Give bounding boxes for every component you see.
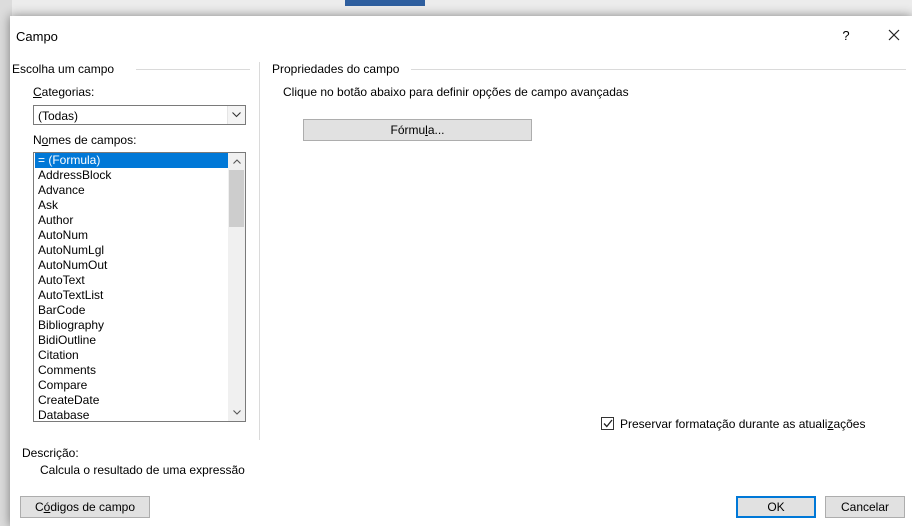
description-label: Descrição: (22, 446, 79, 460)
description-text: Calcula o resultado de uma expressão (40, 463, 245, 477)
chevron-up-icon (232, 159, 241, 164)
close-button[interactable] (882, 24, 906, 46)
field-name-item[interactable]: Author (35, 213, 230, 228)
field-name-item[interactable]: Ask (35, 198, 230, 213)
close-icon (888, 29, 900, 41)
section-divider (136, 69, 250, 70)
scroll-thumb[interactable] (229, 170, 244, 227)
ok-button[interactable]: OK (736, 496, 816, 518)
dialog-title: Campo (16, 29, 58, 44)
field-properties-section-title: Propriedades do campo (272, 62, 400, 76)
campo-dialog: Campo ? Escolha um campo Categorias: (To… (10, 16, 912, 526)
field-name-item[interactable]: AutoNumOut (35, 258, 230, 273)
advanced-options-hint: Clique no botão abaixo para definir opçõ… (283, 85, 629, 99)
field-name-item[interactable]: Citation (35, 348, 230, 363)
scroll-up-button[interactable] (228, 153, 245, 170)
field-name-item[interactable]: BarCode (35, 303, 230, 318)
field-name-item[interactable]: AutoNumLgl (35, 243, 230, 258)
field-name-item[interactable]: AddressBlock (35, 168, 230, 183)
categories-dropdown-button[interactable] (227, 106, 245, 124)
field-list-scrollbar[interactable] (228, 153, 245, 421)
field-name-item[interactable]: Bibliography (35, 318, 230, 333)
cancel-button[interactable]: Cancelar (825, 496, 905, 518)
field-name-item[interactable]: AutoNum (35, 228, 230, 243)
field-name-item[interactable]: = (Formula) (35, 153, 230, 168)
field-name-item[interactable]: AutoText (35, 273, 230, 288)
field-name-item[interactable]: Comments (35, 363, 230, 378)
field-names-list: = (Formula) AddressBlock Advance Ask Author A… (35, 153, 230, 421)
preserve-formatting-label: Preservar formatação durante as atualiza… (620, 417, 866, 431)
preserve-formatting-checkbox[interactable] (601, 417, 614, 430)
scroll-down-button[interactable] (228, 404, 245, 421)
field-name-item[interactable]: Database (35, 408, 230, 421)
categories-combobox[interactable]: (Todas) (33, 105, 246, 125)
title-bar: Campo ? (10, 16, 912, 54)
categories-selected-value: (Todas) (38, 109, 79, 123)
background-window-strip (0, 0, 912, 16)
field-names-listbox[interactable]: = (Formula) AddressBlock Advance Ask Author A… (33, 152, 246, 422)
field-name-item[interactable]: Compare (35, 378, 230, 393)
field-name-item[interactable]: Advance (35, 183, 230, 198)
chevron-down-icon (232, 410, 241, 415)
field-codes-button[interactable]: Códigos de campo (20, 496, 150, 518)
help-button[interactable]: ? (836, 26, 856, 46)
formula-button[interactable]: Fórmula... (303, 119, 532, 141)
background-accent (345, 0, 425, 6)
categories-label: Categorias: (33, 85, 95, 99)
field-name-item[interactable]: AutoTextList (35, 288, 230, 303)
pane-divider (259, 62, 260, 440)
section-divider (411, 69, 906, 70)
field-name-item[interactable]: CreateDate (35, 393, 230, 408)
chevron-down-icon (232, 112, 241, 118)
field-names-label: Nomes de campos: (33, 133, 137, 147)
field-name-item[interactable]: BidiOutline (35, 333, 230, 348)
choose-field-section-title: Escolha um campo (12, 62, 115, 76)
checkmark-icon (603, 419, 613, 428)
